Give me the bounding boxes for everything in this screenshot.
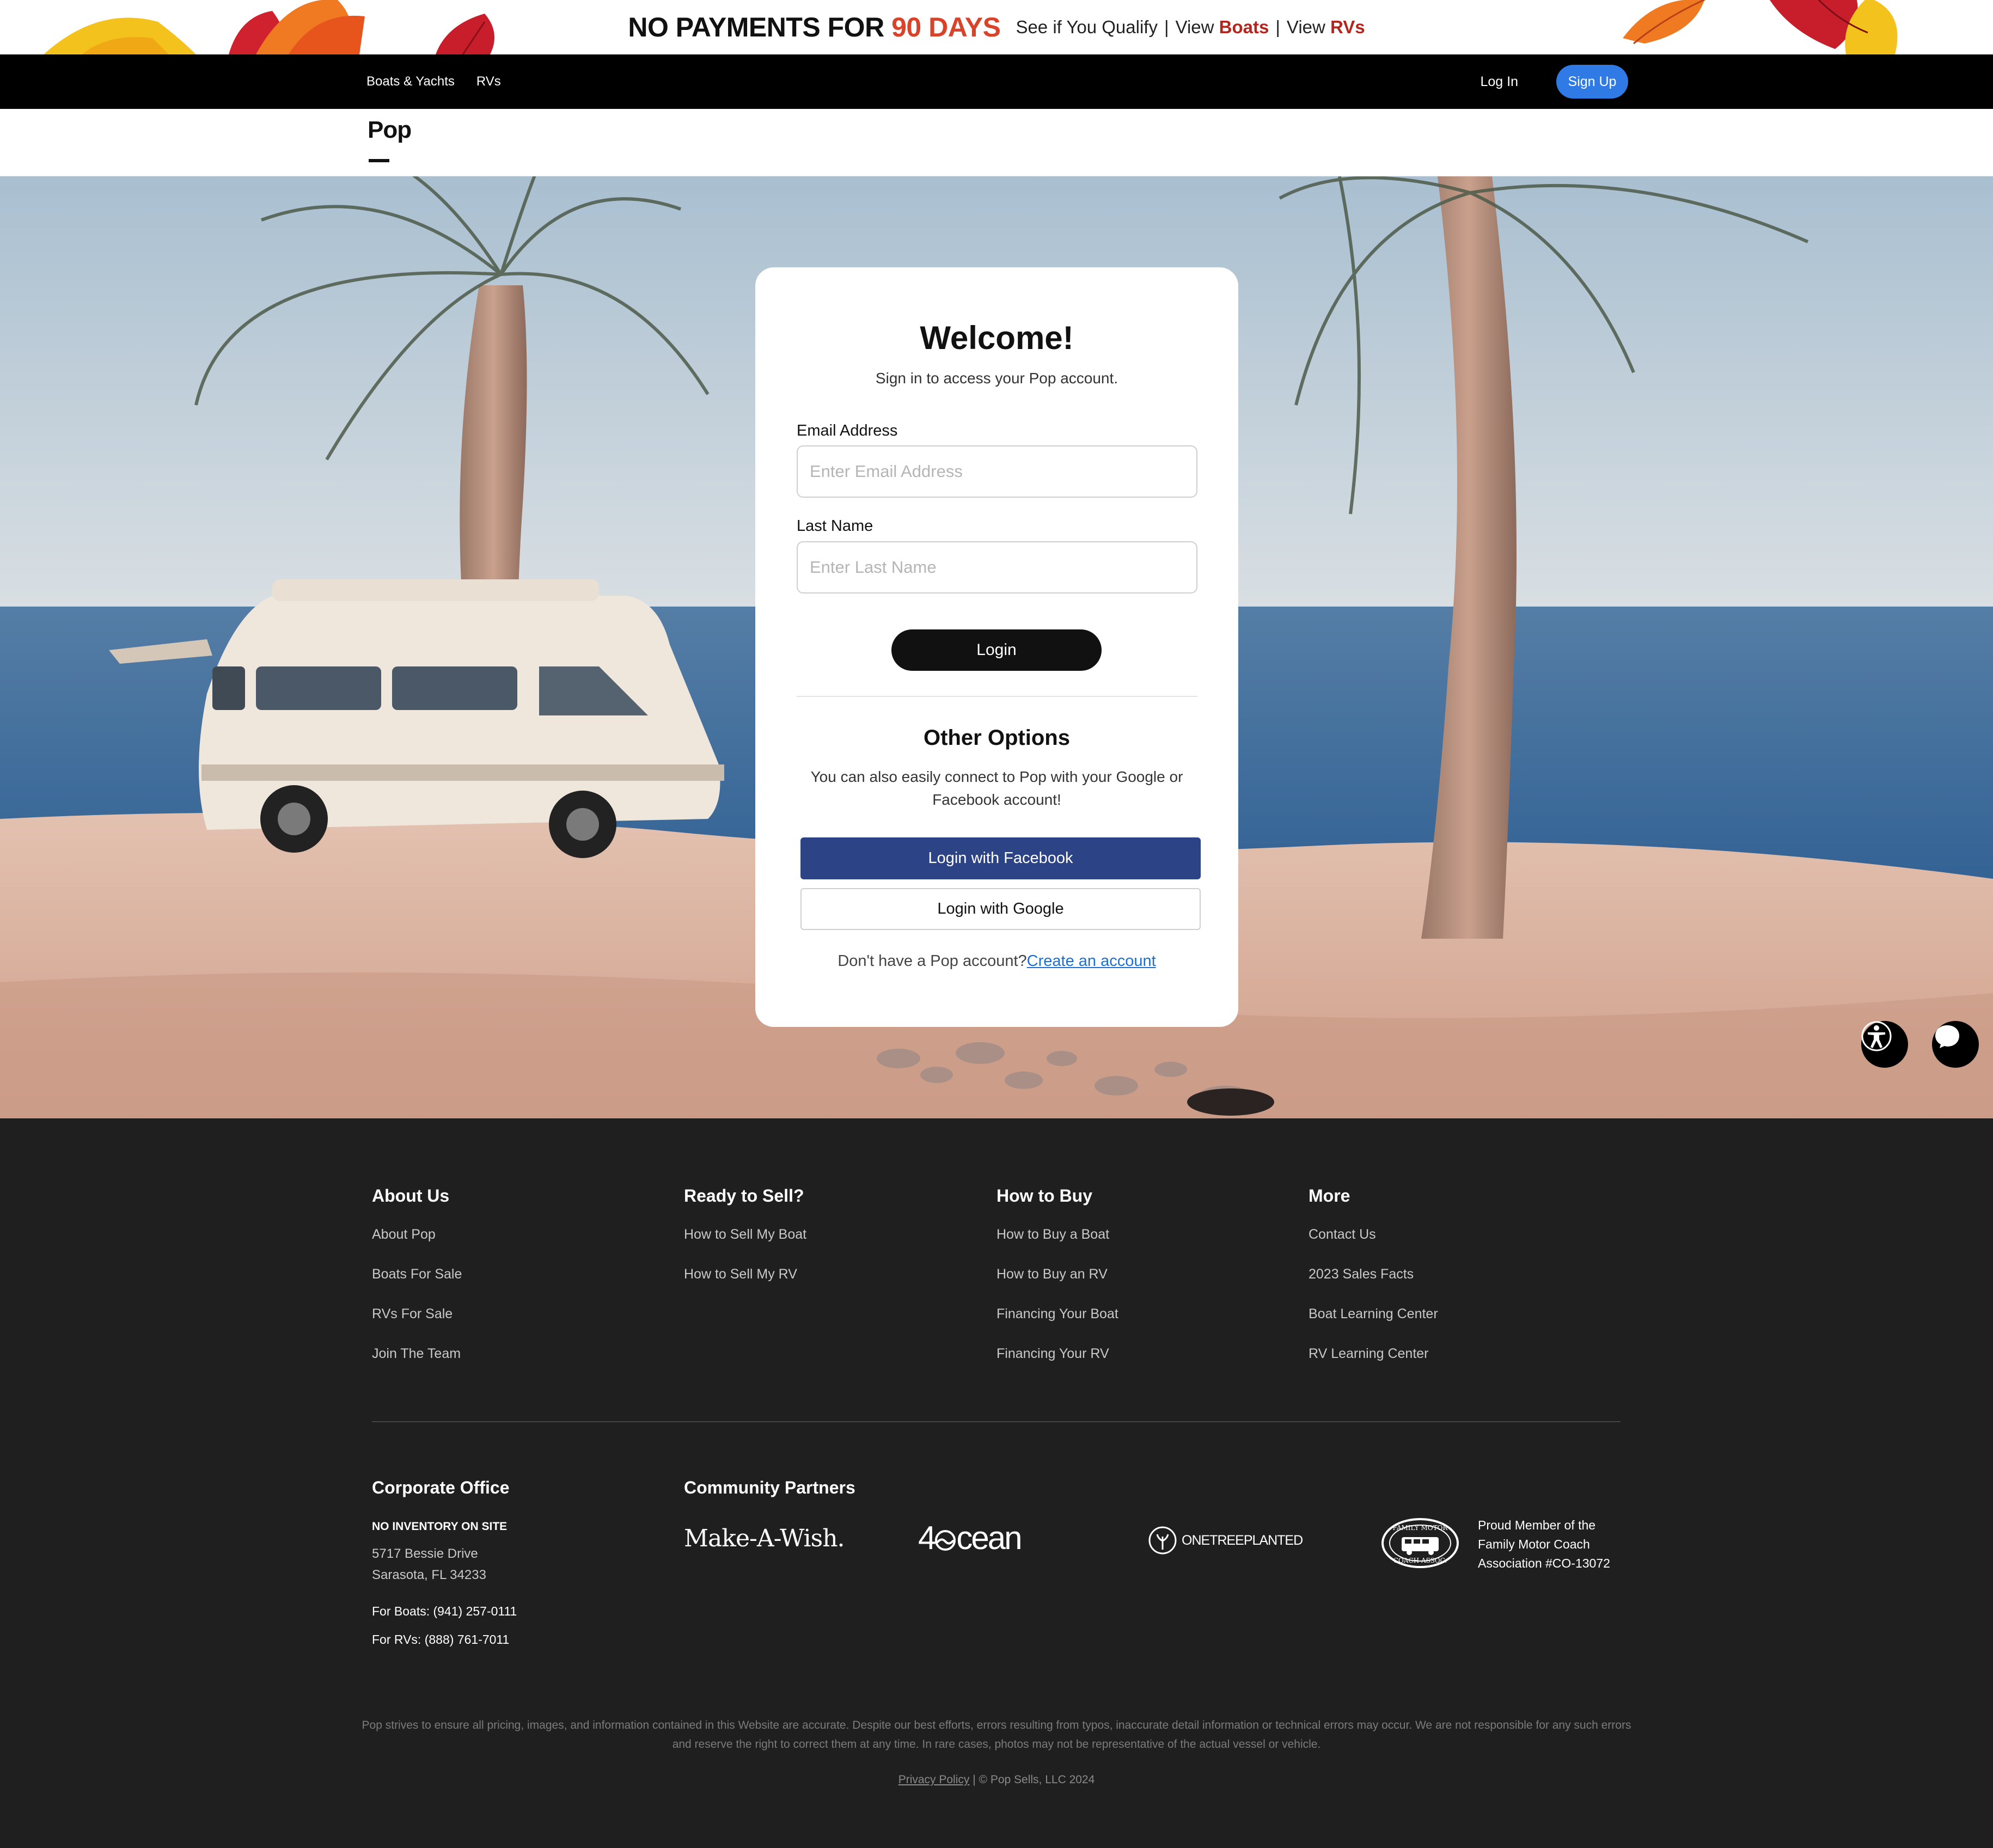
view-boats-link[interactable]: View Boats: [1176, 17, 1269, 38]
tree-icon: [1148, 1526, 1177, 1555]
footer-column-title: About Us: [372, 1186, 450, 1206]
login-button[interactable]: Login: [891, 629, 1102, 671]
4ocean-logo-prefix: 4: [918, 1520, 936, 1556]
fmca-membership-text: Proud Member of the Family Motor Coach A…: [1478, 1518, 1610, 1570]
promo-separator: |: [1164, 17, 1169, 37]
login-with-google-button[interactable]: Login with Google: [800, 888, 1201, 930]
footer-link-sales-facts[interactable]: 2023 Sales Facts: [1309, 1266, 1438, 1306]
footer-link-rv-learning-center[interactable]: RV Learning Center: [1309, 1346, 1438, 1386]
welcome-title: Welcome!: [920, 320, 1074, 356]
view-boats-highlight: Boats: [1219, 17, 1269, 37]
other-options-text: You can also easily connect to Pop with …: [810, 768, 1183, 808]
chat-button[interactable]: [1932, 1021, 1979, 1068]
welcome-subtitle: Sign in to access your Pop account.: [875, 370, 1118, 387]
footer-column-title: How to Buy: [997, 1186, 1092, 1206]
one-tree-planted-logo[interactable]: ONETREEPLANTED: [1148, 1526, 1303, 1555]
promo-center: NO PAYMENTS FOR 90 DAYS See if You Quali…: [0, 0, 1993, 54]
lastname-label: Last Name: [797, 517, 873, 535]
fmca-badge-icon: FAMILY MOTOR COACH ASSOC.: [1381, 1518, 1459, 1568]
nav-links: Boats & Yachts RVs: [366, 54, 501, 109]
footer-link-sell-rv[interactable]: How to Sell My RV: [684, 1266, 806, 1306]
create-account-prompt: Don't have a Pop account?Create an accou…: [755, 952, 1238, 970]
pop-logo[interactable]: Pop: [368, 117, 412, 144]
qualify-link[interactable]: See if You Qualify: [1016, 17, 1158, 38]
footer-link-buy-rv[interactable]: How to Buy an RV: [997, 1266, 1118, 1306]
privacy-policy-link[interactable]: Privacy Policy: [898, 1773, 970, 1786]
logo-bar: Pop: [0, 109, 1993, 176]
community-partners-title: Community Partners: [684, 1478, 855, 1497]
fmca-badge-top-text: FAMILY MOTOR: [1393, 1524, 1448, 1532]
login-link[interactable]: Log In: [1480, 74, 1518, 90]
nav-link-rvs[interactable]: RVs: [476, 74, 501, 89]
accessibility-icon: [1861, 1021, 1892, 1051]
footer-column-sell: Ready to Sell? How to Sell My Boat How t…: [684, 1186, 806, 1306]
promo-headline-highlight: 90 DAYS: [891, 12, 1001, 42]
footer-link-about-pop[interactable]: About Pop: [372, 1227, 462, 1266]
footer-link-buy-boat[interactable]: How to Buy a Boat: [997, 1227, 1118, 1266]
view-rvs-link[interactable]: View RVs: [1287, 17, 1365, 38]
footer: About Us About Pop Boats For Sale RVs Fo…: [0, 1118, 1993, 1848]
email-field[interactable]: [797, 445, 1197, 498]
rvs-phone: For RVs: (888) 761-7011: [372, 1632, 510, 1647]
copyright-text: | © Pop Sells, LLC 2024: [973, 1773, 1095, 1786]
footer-link-boats-for-sale[interactable]: Boats For Sale: [372, 1266, 462, 1306]
corporate-office-title: Corporate Office: [372, 1478, 510, 1497]
no-inventory-badge: NO INVENTORY ON SITE: [372, 1520, 508, 1533]
other-options-title: Other Options: [924, 726, 1070, 750]
nav-auth: Log In Sign Up: [1480, 54, 1628, 109]
top-navbar: Boats & Yachts RVs Log In Sign Up: [0, 54, 1993, 109]
promo-banner: NO PAYMENTS FOR 90 DAYS See if You Quali…: [0, 0, 1993, 54]
create-account-link[interactable]: Create an account: [1027, 952, 1156, 970]
email-label: Email Address: [797, 422, 898, 439]
signup-button[interactable]: Sign Up: [1556, 65, 1628, 99]
footer-column-more: More Contact Us 2023 Sales Facts Boat Le…: [1309, 1186, 1438, 1386]
footer-column-about: About Us About Pop Boats For Sale RVs Fo…: [372, 1186, 462, 1386]
footer-link-contact-us[interactable]: Contact Us: [1309, 1227, 1438, 1266]
accessibility-button[interactable]: [1861, 1021, 1908, 1068]
no-account-text: Don't have a Pop account?: [837, 952, 1027, 970]
office-address-line1: 5717 Bessie Drive: [372, 1546, 478, 1561]
4ocean-logo-suffix: cean: [956, 1520, 1022, 1556]
promo-headline: NO PAYMENTS FOR 90 DAYS: [628, 11, 1001, 43]
view-boats-prefix: View: [1175, 17, 1214, 37]
promo-separator: |: [1275, 17, 1280, 37]
card-divider: [797, 696, 1197, 697]
footer-link-sell-boat[interactable]: How to Sell My Boat: [684, 1227, 806, 1266]
view-rvs-prefix: View: [1286, 17, 1325, 37]
office-address-line2: Sarasota, FL 34233: [372, 1568, 486, 1582]
footer-link-join-the-team[interactable]: Join The Team: [372, 1346, 462, 1386]
make-a-wish-logo[interactable]: Make-A-Wish.: [684, 1525, 845, 1552]
boats-phone: For Boats: (941) 257-0111: [372, 1604, 517, 1618]
footer-column-buy: How to Buy How to Buy a Boat How to Buy …: [997, 1186, 1118, 1386]
nav-link-boats-yachts[interactable]: Boats & Yachts: [366, 74, 455, 89]
fmca-badge-bottom-text: COACH ASSOC.: [1393, 1557, 1447, 1564]
disclaimer-text: Pop strives to ensure all pricing, image…: [362, 1719, 1631, 1751]
one-tree-planted-text: ONETREEPLANTED: [1182, 1532, 1303, 1548]
footer-link-boat-learning-center[interactable]: Boat Learning Center: [1309, 1306, 1438, 1346]
login-card: Welcome! Sign in to access your Pop acco…: [755, 267, 1238, 1027]
footer-link-financing-boat[interactable]: Financing Your Boat: [997, 1306, 1118, 1346]
copyright-line: Privacy Policy | © Pop Sells, LLC 2024: [0, 1773, 1993, 1786]
chat-bubble-icon: [1935, 1025, 1959, 1048]
footer-link-rvs-for-sale[interactable]: RVs For Sale: [372, 1306, 462, 1346]
promo-headline-prefix: NO PAYMENTS FOR: [628, 12, 884, 42]
lastname-field[interactable]: [797, 541, 1197, 593]
view-rvs-highlight: RVs: [1330, 17, 1365, 37]
fmca-logo[interactable]: FAMILY MOTOR COACH ASSOC.: [1381, 1517, 1460, 1572]
login-with-facebook-button[interactable]: Login with Facebook: [800, 837, 1201, 879]
footer-column-title: More: [1309, 1186, 1350, 1206]
footer-divider: [372, 1421, 1621, 1422]
4ocean-logo[interactable]: 4 cean: [918, 1519, 1022, 1557]
wave-icon: [935, 1530, 956, 1551]
footer-link-financing-rv[interactable]: Financing Your RV: [997, 1346, 1118, 1386]
footer-column-title: Ready to Sell?: [684, 1186, 804, 1206]
logo-underline: [369, 159, 389, 162]
